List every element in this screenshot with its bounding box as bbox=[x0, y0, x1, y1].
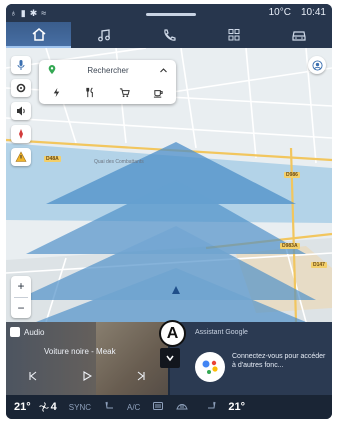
charging-icon[interactable] bbox=[51, 87, 62, 98]
sound-button[interactable] bbox=[11, 102, 31, 120]
tab-home[interactable] bbox=[6, 22, 72, 48]
car-icon bbox=[292, 31, 307, 41]
play-icon[interactable] bbox=[82, 371, 92, 381]
apps-grid-icon bbox=[228, 29, 240, 41]
zoom-control: + − bbox=[11, 276, 31, 318]
road-label: D983A bbox=[280, 243, 300, 249]
bluetooth-status-icon: ✱ bbox=[29, 7, 38, 18]
alert-button[interactable] bbox=[11, 148, 31, 166]
zoom-in-button[interactable]: + bbox=[11, 276, 31, 296]
expand-widgets-button[interactable] bbox=[160, 348, 180, 368]
road-label: D147 bbox=[311, 262, 327, 268]
shopping-icon[interactable] bbox=[119, 87, 130, 98]
passenger-temperature[interactable]: 21° bbox=[228, 401, 245, 413]
mic-status-icon: ♁ bbox=[10, 8, 17, 18]
outside-temperature: 10°C bbox=[268, 7, 291, 18]
top-bar: ♁ ▮ ✱ ≈ 10°C 10:41 bbox=[6, 4, 332, 48]
clock: 10:41 bbox=[300, 7, 326, 18]
seat-heat-icon bbox=[208, 401, 216, 409]
wifi-icon: ≈ bbox=[41, 8, 47, 18]
chevron-down-icon bbox=[166, 355, 174, 362]
rear-defrost-button[interactable] bbox=[152, 398, 164, 416]
map-tool-column bbox=[11, 56, 31, 166]
bluetooth-icon bbox=[10, 327, 20, 337]
playback-controls bbox=[6, 366, 168, 386]
account-icon bbox=[311, 59, 323, 71]
compass-button[interactable] bbox=[11, 125, 31, 143]
status-icons: ♁ ▮ ✱ ≈ bbox=[10, 7, 46, 19]
fan-level: 4 bbox=[50, 401, 57, 413]
passenger-seat-heat-button[interactable] bbox=[206, 398, 218, 416]
infotainment-screen: ♁ ▮ ✱ ≈ 10°C 10:41 Rechercher D48A Quai … bbox=[6, 4, 332, 419]
tab-phone[interactable] bbox=[136, 22, 201, 48]
zoom-out-button[interactable]: − bbox=[11, 298, 31, 318]
street-label: Quai des Combattants bbox=[94, 159, 144, 165]
restaurant-icon[interactable] bbox=[85, 87, 96, 98]
chevron-up-icon[interactable] bbox=[159, 66, 168, 75]
audio-widget[interactable]: Audio Voiture noire - Meak bbox=[6, 322, 168, 395]
next-track-icon[interactable] bbox=[136, 371, 146, 381]
search-label: Rechercher bbox=[87, 65, 129, 75]
settings-button[interactable] bbox=[11, 79, 31, 97]
fan-icon bbox=[39, 402, 49, 412]
assistant-header: Assistant Google bbox=[195, 329, 248, 336]
google-assistant-icon bbox=[195, 352, 225, 382]
tab-music[interactable] bbox=[71, 22, 136, 48]
navigation-map[interactable]: Rechercher D48A Quai des Combattants D98… bbox=[6, 48, 332, 322]
voice-button[interactable] bbox=[11, 56, 31, 74]
main-tabs bbox=[6, 22, 332, 48]
phone-icon bbox=[164, 29, 176, 41]
notification-handle[interactable] bbox=[146, 13, 196, 16]
home-icon bbox=[32, 28, 46, 41]
map-pin-icon bbox=[48, 65, 56, 75]
figure-frame: ♁ ▮ ✱ ≈ 10°C 10:41 Rechercher D48A Quai … bbox=[0, 0, 337, 422]
profile-button[interactable] bbox=[308, 56, 326, 74]
driver-temperature[interactable]: 21° bbox=[14, 401, 31, 413]
seat-heat-button[interactable] bbox=[103, 398, 115, 416]
front-defrost-button[interactable] bbox=[176, 398, 189, 416]
ac-button[interactable]: A/C bbox=[127, 403, 140, 412]
audio-source: Audio bbox=[10, 327, 44, 337]
audio-source-label: Audio bbox=[24, 327, 45, 337]
callout-label: A bbox=[159, 320, 186, 347]
tab-apps[interactable] bbox=[202, 22, 267, 48]
tab-vehicle[interactable] bbox=[267, 22, 332, 48]
fan-control[interactable]: 4 bbox=[39, 401, 57, 413]
road-label: D48A bbox=[44, 156, 61, 162]
speaker-icon bbox=[17, 106, 25, 116]
gear-icon bbox=[16, 83, 26, 93]
status-right: 10°C 10:41 bbox=[269, 7, 326, 18]
signal-icon: ▮ bbox=[20, 7, 26, 18]
cafe-icon[interactable] bbox=[153, 87, 164, 98]
seat-heat-icon bbox=[105, 401, 113, 409]
compass-icon bbox=[19, 129, 23, 139]
road-label: D986 bbox=[284, 172, 300, 178]
assistant-dots-icon bbox=[202, 360, 218, 374]
assistant-message: Connectez-vous pour accéder à d'autres f… bbox=[232, 353, 326, 369]
sync-button[interactable]: SYNC bbox=[69, 403, 91, 412]
search-card: Rechercher bbox=[39, 60, 176, 104]
rear-defrost-icon bbox=[153, 402, 164, 410]
track-title: Voiture noire - Meak bbox=[44, 347, 116, 356]
music-icon bbox=[97, 29, 110, 42]
front-defrost-icon bbox=[176, 404, 189, 410]
search-bar[interactable]: Rechercher bbox=[39, 60, 176, 80]
climate-bar: 21° 4 SYNC A/C 21° bbox=[6, 395, 332, 419]
microphone-icon bbox=[17, 60, 25, 70]
previous-track-icon[interactable] bbox=[28, 371, 38, 381]
assistant-widget[interactable]: Assistant Google Connectez-vous pour acc… bbox=[170, 322, 332, 395]
warning-icon bbox=[15, 151, 27, 162]
category-shortcuts bbox=[39, 83, 176, 101]
